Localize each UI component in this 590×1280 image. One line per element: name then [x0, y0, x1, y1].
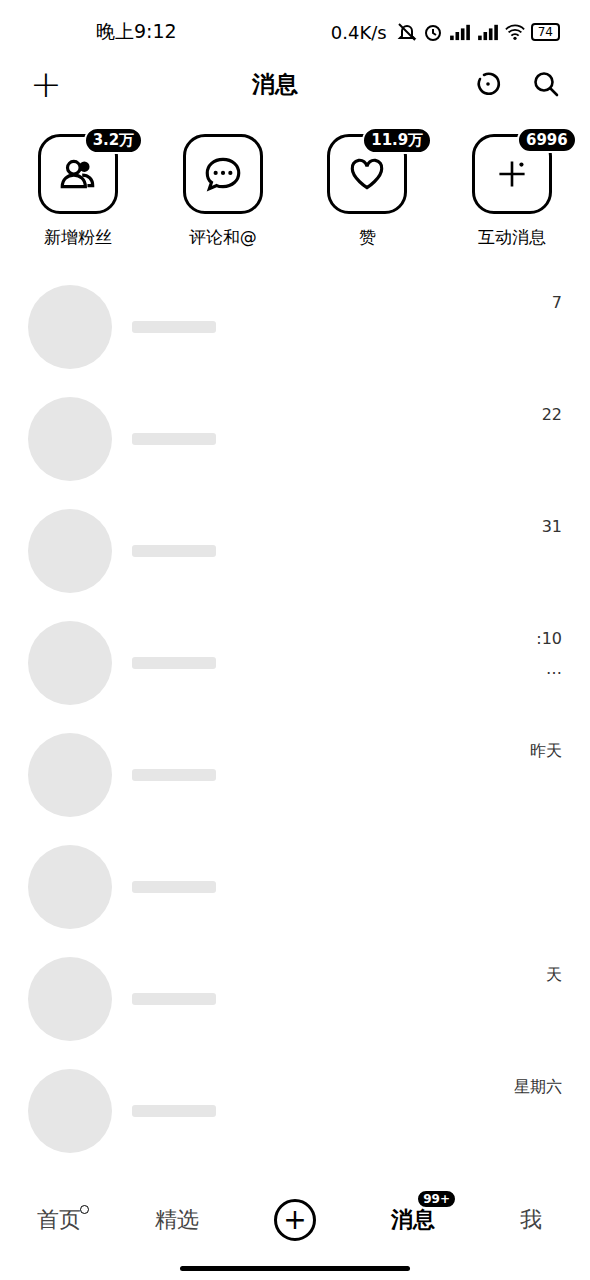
- messages-screen: 晚上9:120.4K/s74+消息3.2万新增粉丝评论和@11.9万赞6996互…: [0, 0, 590, 1280]
- shortcut-item[interactable]: 评论和@: [151, 134, 296, 249]
- history-icon[interactable]: [474, 70, 502, 98]
- conversation-time: 7: [552, 293, 562, 313]
- add-button[interactable]: +: [30, 65, 90, 103]
- shortcut-tile: 6996: [472, 134, 552, 214]
- avatar: [28, 509, 112, 593]
- conversation-row[interactable]: 7: [0, 271, 590, 383]
- avatar: [28, 957, 112, 1041]
- nav-tab[interactable]: 消息 99+: [354, 1205, 472, 1235]
- status-bar: 晚上9:12 0.4K/s 74: [0, 0, 590, 64]
- conversation-time: 昨天: [530, 741, 562, 762]
- shortcut-badge: 11.9万: [362, 127, 432, 154]
- nav-tab[interactable]: 首页: [0, 1205, 118, 1235]
- avatar: [28, 1069, 112, 1153]
- alarm-icon: [423, 22, 443, 42]
- avatar: [28, 397, 112, 481]
- conversation-time: :10: [536, 629, 562, 649]
- avatar: [28, 733, 112, 817]
- nav-badge: 99+: [416, 1189, 457, 1209]
- conversation-time: 星期六: [514, 1077, 562, 1098]
- nav-label: 消息 99+: [391, 1205, 435, 1235]
- battery-level: 74: [531, 23, 560, 41]
- create-button[interactable]: +: [274, 1199, 316, 1241]
- conversation-row[interactable]: 31: [0, 495, 590, 607]
- bottom-nav: 首页 精选 + 消息 99+ 我: [0, 1184, 590, 1256]
- status-icons: 0.4K/s 74: [331, 22, 560, 43]
- shortcut-tile: 3.2万: [38, 134, 118, 214]
- conversation-time: 31: [542, 517, 562, 537]
- conversation-list: 7 22 31 :10 … 昨天天星期六: [0, 249, 590, 1184]
- home-indicator: [180, 1266, 410, 1271]
- conversation-row[interactable]: :10 …: [0, 607, 590, 719]
- conversation-time: 22: [542, 405, 562, 425]
- shortcut-item[interactable]: 3.2万新增粉丝: [6, 134, 151, 249]
- conversation-row[interactable]: 昨天: [0, 719, 590, 831]
- nav-label: 首页: [37, 1205, 81, 1235]
- conversation-row[interactable]: 星期六: [0, 1055, 590, 1167]
- conversation-more: …: [546, 659, 562, 678]
- shortcut-row: 3.2万新增粉丝评论和@11.9万赞6996互动消息: [0, 104, 590, 249]
- name-placeholder: [132, 321, 216, 333]
- conversation-row[interactable]: [0, 831, 590, 943]
- conversation-row[interactable]: 天: [0, 943, 590, 1055]
- name-placeholder: [132, 1105, 216, 1117]
- signal-icon: [449, 23, 471, 41]
- shortcut-badge: 6996: [517, 127, 577, 153]
- nav-tab[interactable]: 精选: [118, 1205, 236, 1235]
- heart-icon: [346, 153, 388, 195]
- header-bar: + 消息: [0, 64, 590, 104]
- name-placeholder: [132, 433, 216, 445]
- shortcut-tile: 11.9万: [327, 134, 407, 214]
- shortcut-label: 评论和@: [189, 226, 257, 249]
- status-time: 晚上9:12: [96, 19, 177, 45]
- avatar: [28, 845, 112, 929]
- nav-label: 精选: [155, 1205, 199, 1235]
- shortcut-badge: 3.2万: [84, 127, 144, 154]
- search-icon[interactable]: [532, 70, 560, 98]
- name-placeholder: [132, 881, 216, 893]
- nav-tab[interactable]: +: [236, 1199, 354, 1241]
- name-placeholder: [132, 769, 216, 781]
- name-placeholder: [132, 545, 216, 557]
- shortcut-item[interactable]: 11.9万赞: [295, 134, 440, 249]
- comment-icon: [202, 153, 244, 195]
- shortcut-item[interactable]: 6996 互动消息: [440, 134, 585, 249]
- wifi-icon: [505, 22, 525, 42]
- avatar: [28, 621, 112, 705]
- shortcut-label: 赞: [359, 226, 376, 249]
- conversation-row[interactable]: 22: [0, 383, 590, 495]
- signal-icon: [477, 23, 499, 41]
- avatar: [28, 285, 112, 369]
- sparkle-icon: [491, 153, 533, 195]
- page-title: 消息: [252, 69, 298, 100]
- fans-icon: [57, 153, 99, 195]
- shortcut-label: 互动消息: [478, 226, 546, 249]
- shortcut-label: 新增粉丝: [44, 226, 112, 249]
- name-placeholder: [132, 657, 216, 669]
- name-placeholder: [132, 993, 216, 1005]
- nav-tab[interactable]: 我: [472, 1205, 590, 1235]
- shortcut-tile: [183, 134, 263, 214]
- nav-dot: [80, 1205, 89, 1214]
- net-speed: 0.4K/s: [331, 22, 387, 43]
- conversation-time: 天: [546, 965, 562, 986]
- mute-bell-icon: [397, 22, 417, 42]
- nav-label: 我: [520, 1205, 542, 1235]
